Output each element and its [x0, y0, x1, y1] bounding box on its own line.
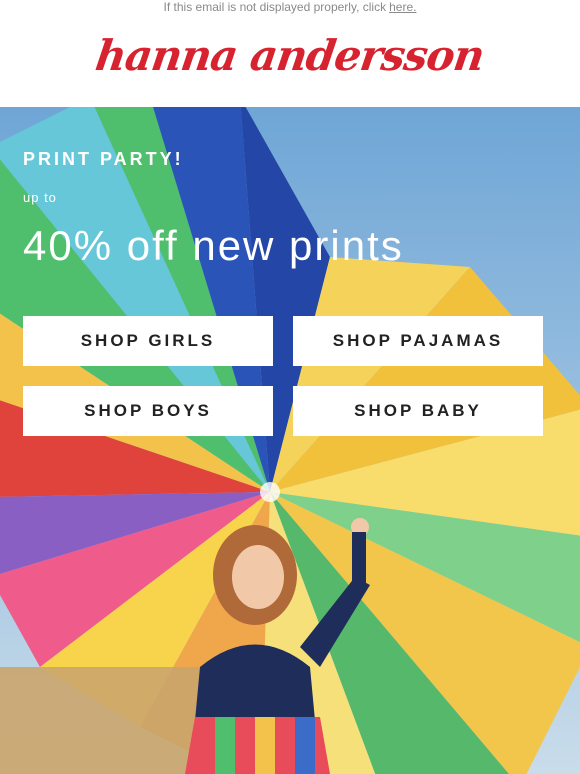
- shop-pajamas-button[interactable]: SHOP PAJAMAS: [293, 316, 543, 366]
- header: hanna andersson: [0, 24, 580, 107]
- brand-logo[interactable]: hanna andersson: [93, 31, 487, 80]
- shop-boys-button[interactable]: SHOP BOYS: [23, 386, 273, 436]
- view-online-link[interactable]: here.: [389, 0, 416, 14]
- preheader-text: If this email is not displayed properly,…: [163, 0, 387, 14]
- hero-upto: up to: [23, 190, 57, 205]
- hero-headline: 40% off new prints: [23, 222, 404, 269]
- shop-girls-button[interactable]: SHOP GIRLS: [23, 316, 273, 366]
- hero-image: [0, 107, 580, 774]
- hero-banner[interactable]: PRINT PARTY! up to 40% off new prints SH…: [0, 107, 580, 774]
- preheader: If this email is not displayed properly,…: [0, 0, 580, 24]
- hero-eyebrow: PRINT PARTY!: [23, 149, 184, 169]
- shop-baby-button[interactable]: SHOP BABY: [293, 386, 543, 436]
